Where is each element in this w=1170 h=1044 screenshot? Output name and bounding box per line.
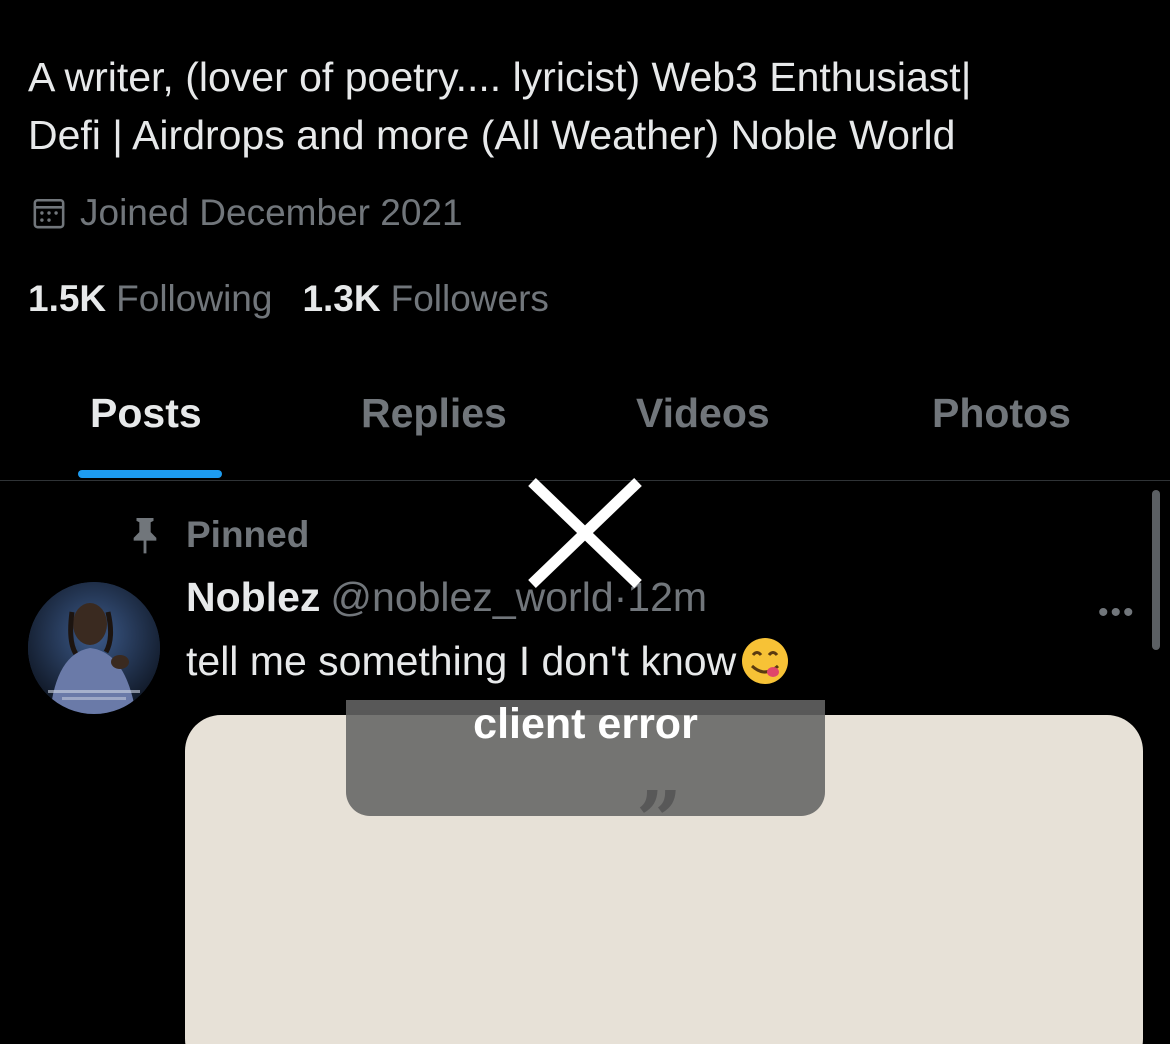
- pinned-label: Pinned: [186, 514, 310, 555]
- post-body: tell me something I don't know: [186, 637, 737, 684]
- tab-posts[interactable]: Posts: [90, 390, 202, 437]
- joined-date: Joined December 2021: [32, 192, 463, 234]
- error-message: client error: [473, 700, 698, 748]
- author-name[interactable]: Noblez: [186, 574, 320, 620]
- profile-page: A writer, (lover of poetry.... lyricist)…: [0, 0, 1170, 1044]
- following-label: Following: [116, 278, 273, 319]
- bio-line-2: Defi | Airdrops and more (All Weather) N…: [28, 112, 956, 158]
- savoring-face-emoji-icon: [742, 638, 789, 684]
- following-count: 1.5K: [28, 278, 107, 319]
- calendar-icon: [33, 198, 65, 229]
- following-link[interactable]: 1.5K Following: [28, 278, 272, 320]
- pinned-indicator: Pinned: [128, 514, 309, 556]
- avatar[interactable]: [28, 582, 160, 714]
- followers-count: 1.3K: [302, 278, 381, 319]
- post-text: tell me something I don't know: [186, 636, 790, 686]
- scrollbar[interactable]: [1152, 490, 1160, 650]
- follow-stats: 1.5K Following 1.3K Followers: [28, 278, 579, 320]
- tab-replies[interactable]: Replies: [361, 390, 507, 437]
- tab-photos[interactable]: Photos: [932, 390, 1071, 437]
- followers-label: Followers: [390, 278, 549, 319]
- more-options-button[interactable]: •••: [1098, 596, 1136, 630]
- profile-bio: A writer, (lover of poetry.... lyricist)…: [28, 48, 1128, 164]
- close-icon[interactable]: [526, 476, 644, 590]
- tab-videos[interactable]: Videos: [636, 390, 770, 437]
- bio-line-1: A writer, (lover of poetry.... lyricist)…: [28, 54, 972, 100]
- pin-icon: [133, 518, 157, 554]
- followers-link[interactable]: 1.3K Followers: [302, 278, 548, 320]
- avatar-image: [28, 582, 160, 714]
- joined-text: Joined December 2021: [80, 192, 463, 233]
- active-tab-indicator: [78, 470, 222, 478]
- profile-tabs: Posts Replies Videos Photos: [0, 370, 1170, 481]
